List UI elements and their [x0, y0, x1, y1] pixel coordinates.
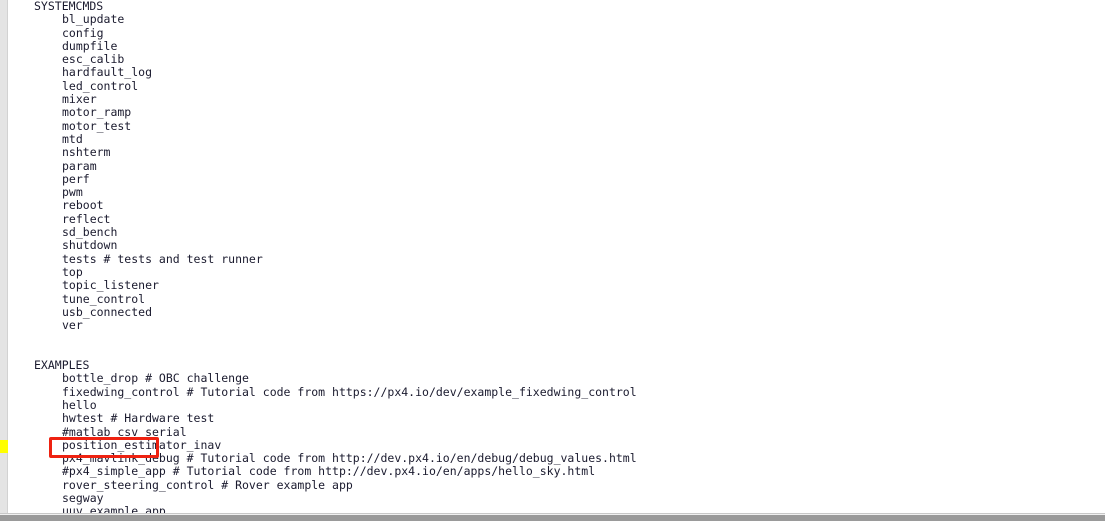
module-entry[interactable]: usb_connected: [9, 305, 1105, 319]
module-entry[interactable]: uuv_example_app: [9, 504, 1105, 513]
module-entry[interactable]: motor_ramp: [9, 106, 1105, 120]
module-entry[interactable]: topic_listener: [9, 278, 1105, 292]
module-entry[interactable]: tests # tests and test runner: [9, 252, 1105, 266]
section-heading: SYSTEMCMDS: [34, 0, 104, 13]
module-entry[interactable]: motor_test: [9, 119, 1105, 133]
module-entry[interactable]: position_estimator_inav: [9, 438, 1105, 452]
module-entry[interactable]: rover_steering_control # Rover example a…: [9, 478, 1105, 492]
code-text-area[interactable]: SYSTEMCMDS bl_update config dumpfile esc…: [9, 0, 1105, 513]
module-entry[interactable]: fixedwing_control # Tutorial code from h…: [9, 385, 1105, 399]
module-entry[interactable]: px4_mavlink_debug # Tutorial code from h…: [9, 451, 1105, 465]
module-entry[interactable]: reflect: [9, 212, 1105, 226]
module-entry[interactable]: hwtest # Hardware test: [9, 411, 1105, 425]
module-entry[interactable]: hardfault_log: [9, 66, 1105, 80]
modified-line-marker[interactable]: [0, 440, 8, 453]
module-entry[interactable]: hello: [9, 398, 1105, 412]
module-entry[interactable]: ver: [9, 318, 1105, 332]
module-entry[interactable]: segway: [9, 491, 1105, 505]
horizontal-scrollbar-thumb[interactable]: [0, 515, 1105, 521]
module-entry[interactable]: shutdown: [9, 239, 1105, 253]
module-entry[interactable]: config: [9, 26, 1105, 40]
module-entry[interactable]: pwm: [9, 185, 1105, 199]
section-heading: EXAMPLES: [34, 358, 90, 373]
module-entry[interactable]: dumpfile: [9, 39, 1105, 53]
module-entry[interactable]: tune_control: [9, 292, 1105, 306]
module-entry[interactable]: esc_calib: [9, 52, 1105, 66]
module-entry[interactable]: sd_bench: [9, 225, 1105, 239]
module-entry[interactable]: mixer: [9, 92, 1105, 106]
module-entry[interactable]: #matlab_csv_serial: [9, 425, 1105, 439]
module-entry[interactable]: bottle_drop # OBC challenge: [9, 372, 1105, 386]
module-entry[interactable]: param: [9, 159, 1105, 173]
module-entry-highlighted[interactable]: #px4_simple_app # Tutorial code from htt…: [9, 465, 1105, 479]
code-editor: SYSTEMCMDS bl_update config dumpfile esc…: [0, 0, 1105, 521]
module-entry[interactable]: top: [9, 265, 1105, 279]
horizontal-scrollbar[interactable]: [0, 513, 1105, 521]
module-entry[interactable]: led_control: [9, 79, 1105, 93]
module-entry[interactable]: bl_update: [9, 12, 1105, 26]
module-entry[interactable]: perf: [9, 172, 1105, 186]
module-entry[interactable]: reboot: [9, 199, 1105, 213]
module-entry[interactable]: nshterm: [9, 145, 1105, 159]
editor-gutter[interactable]: [0, 0, 8, 513]
module-entry[interactable]: mtd: [9, 132, 1105, 146]
